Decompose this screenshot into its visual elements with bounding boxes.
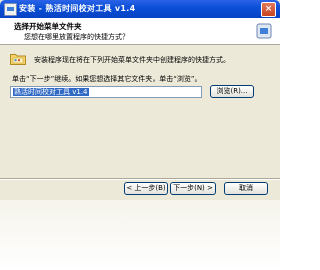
page-title: 选择开始菜单文件夹 xyxy=(14,22,82,31)
next-button[interactable]: 下一步(N) > xyxy=(170,182,216,195)
folder-name-input[interactable]: 熟活时间校对工具 v1.4 xyxy=(10,86,202,98)
back-button[interactable]: < 上一步(B) xyxy=(124,182,168,195)
close-icon[interactable]: × xyxy=(261,2,276,17)
info-text: 安装程序现在将在下列开始菜单文件夹中创建程序的快捷方式。 xyxy=(34,56,230,64)
instruction-text: 单击“下一步”继续。如果您想选择其它文件夹，单击“浏览”。 xyxy=(12,75,202,83)
reflection-fade xyxy=(0,196,280,270)
title-bar[interactable]: 安装 - 熟活时间校对工具 v1.4 × xyxy=(0,0,280,18)
cancel-button[interactable]: 取消 xyxy=(224,182,268,195)
page-subtitle: 您想在哪里放置程序的快捷方式？ xyxy=(24,33,129,41)
app-icon xyxy=(4,3,17,16)
setup-wizard-window: 安装 - 熟活时间校对工具 v1.4 × 选择开始菜单文件夹 您想在哪里放置程序… xyxy=(0,0,280,200)
footer-separator xyxy=(0,178,280,180)
window-title: 安装 - 熟活时间校对工具 v1.4 xyxy=(19,4,136,13)
start-menu-folder-icon xyxy=(10,54,26,65)
wizard-header-icon xyxy=(256,23,272,39)
wizard-header: 选择开始菜单文件夹 您想在哪里放置程序的快捷方式？ xyxy=(0,18,280,45)
browse-button[interactable]: 浏览(R)... xyxy=(210,85,254,98)
folder-name-value: 熟活时间校对工具 v1.4 xyxy=(13,88,89,96)
